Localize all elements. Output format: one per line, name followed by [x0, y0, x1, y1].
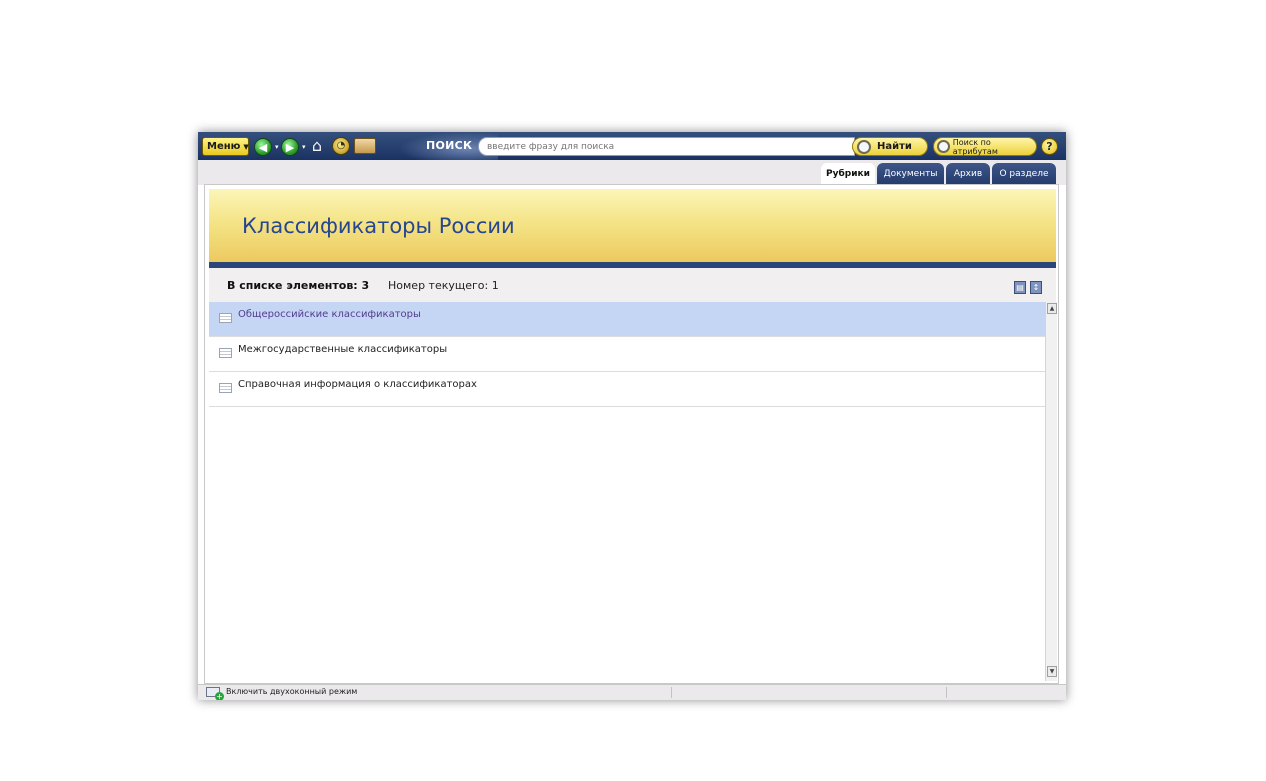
find-button-label: Найти [877, 141, 912, 152]
sort-icon[interactable]: ↕ [1030, 281, 1042, 294]
two-window-icon[interactable]: + [206, 687, 224, 700]
menu-button[interactable]: Меню ▼ [202, 137, 249, 156]
menu-button-label: Меню [207, 141, 241, 152]
rubric-list: Общероссийские классификаторы Межгосудар… [209, 302, 1045, 680]
forward-icon[interactable]: ▶ [281, 138, 299, 156]
book-icon [219, 313, 232, 323]
search-input[interactable] [478, 137, 855, 156]
page-title: Классификаторы России [242, 214, 515, 238]
search-label: ПОИСК [426, 139, 473, 152]
scroll-down-icon[interactable]: ▼ [1047, 666, 1057, 677]
section-banner: Классификаторы России [209, 189, 1056, 263]
attribute-search-button[interactable]: Поиск по атрибутам [933, 137, 1037, 156]
app-window: Меню ▼ ◀ ▾ ▶ ▾ ⌂ ◔ ПОИСК Найти Поиск по … [198, 132, 1066, 700]
plus-icon: + [215, 692, 224, 700]
tab-rubrics[interactable]: Рубрики [821, 163, 875, 185]
back-icon[interactable]: ◀ [254, 138, 272, 156]
tabs-row: Рубрики Документы Архив О разделе [198, 160, 1066, 185]
list-item-label: Справочная информация о классификаторах [238, 379, 477, 390]
current-number: Номер текущего: 1 [388, 279, 499, 292]
tree-view-icon[interactable]: ▤ [1014, 281, 1026, 294]
content-panel: Классификаторы России В списке элементов… [204, 184, 1059, 684]
help-icon[interactable]: ? [1041, 138, 1058, 155]
book-icon [219, 383, 232, 393]
status-bar: + Включить двухоконный режим [198, 684, 1066, 700]
tab-archive-label: Архив [953, 169, 983, 179]
two-window-toggle[interactable]: Включить двухоконный режим [226, 687, 357, 696]
scroll-up-icon[interactable]: ▲ [1047, 303, 1057, 314]
history-icon[interactable]: ◔ [332, 137, 350, 155]
chevron-down-icon: ▼ [243, 142, 249, 151]
folder-icon[interactable] [354, 138, 376, 154]
list-item[interactable]: Межгосударственные классификаторы [209, 337, 1045, 372]
forward-history-caret[interactable]: ▾ [302, 143, 306, 151]
status-divider [946, 687, 947, 698]
toolbar: Меню ▼ ◀ ▾ ▶ ▾ ⌂ ◔ ПОИСК Найти Поиск по … [198, 132, 1066, 160]
tab-about[interactable]: О разделе [992, 163, 1056, 185]
book-icon [219, 348, 232, 358]
attribute-search-icon [937, 140, 950, 153]
tab-documents[interactable]: Документы [877, 163, 944, 185]
tab-archive[interactable]: Архив [946, 163, 990, 185]
status-divider [671, 687, 672, 698]
list-item[interactable]: Справочная информация о классификаторах [209, 372, 1045, 407]
back-history-caret[interactable]: ▾ [275, 143, 279, 151]
list-item-label: Общероссийские классификаторы [238, 309, 421, 320]
vertical-scrollbar[interactable]: ▲ ▼ [1045, 302, 1057, 681]
items-count: В списке элементов: 3 [227, 279, 370, 292]
tab-rubrics-label: Рубрики [826, 169, 870, 179]
list-item[interactable]: Общероссийские классификаторы [209, 302, 1045, 337]
tab-documents-label: Документы [883, 169, 938, 179]
find-button[interactable]: Найти [852, 137, 928, 156]
list-info-bar: В списке элементов: 3 Номер текущего: 1 … [209, 268, 1056, 302]
list-item-label: Межгосударственные классификаторы [238, 344, 448, 355]
home-icon[interactable]: ⌂ [308, 137, 326, 155]
tab-about-label: О разделе [999, 169, 1049, 179]
attribute-search-label: Поиск по атрибутам [952, 137, 998, 156]
search-icon [857, 139, 871, 154]
